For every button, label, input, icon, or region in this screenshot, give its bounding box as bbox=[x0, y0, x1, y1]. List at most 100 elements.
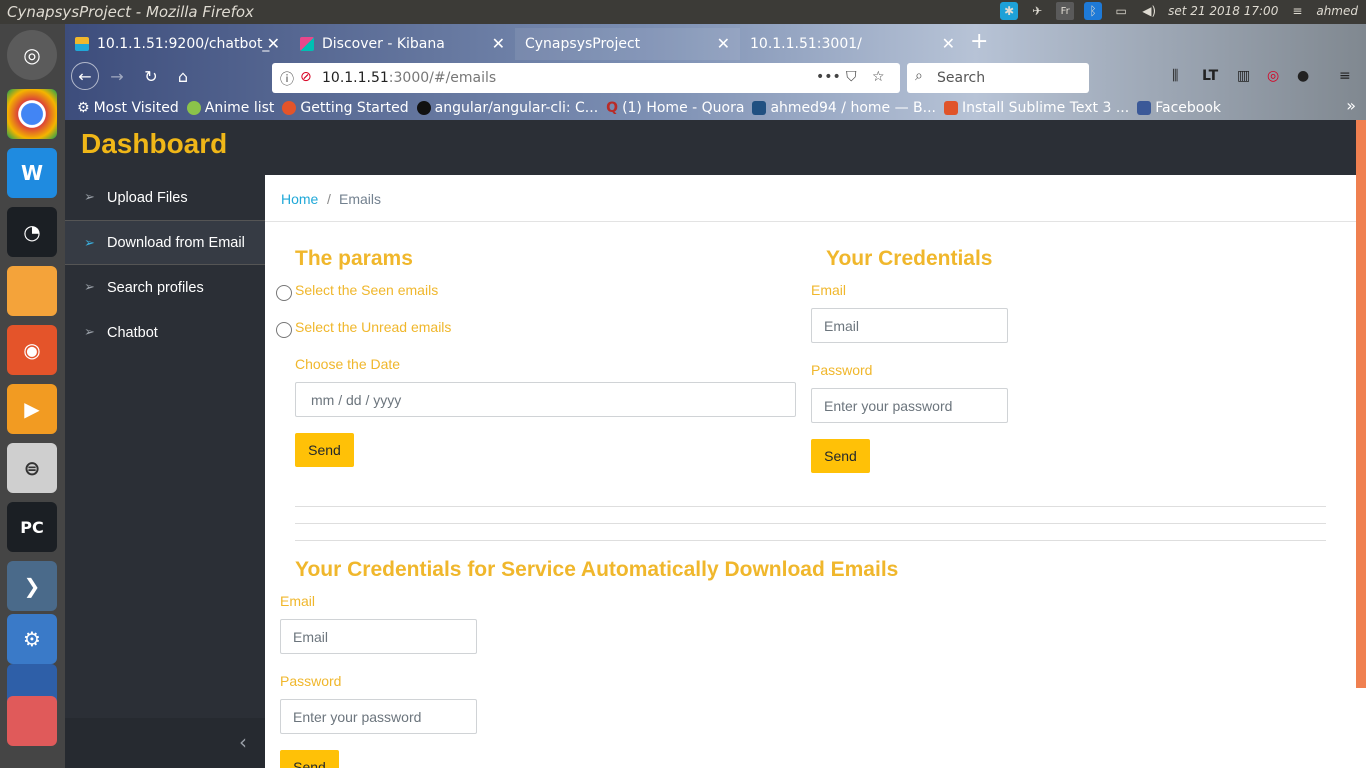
close-tab-icon[interactable]: ✕ bbox=[717, 34, 730, 53]
chevron-left-icon: ‹ bbox=[239, 730, 247, 754]
languagetool-icon[interactable]: LT bbox=[1202, 68, 1218, 84]
page-actions-icon[interactable]: ••• bbox=[816, 69, 841, 85]
credentials-email-label: Email bbox=[811, 282, 847, 298]
sidebar-item-chatbot[interactable]: ➢ Chatbot bbox=[65, 310, 265, 355]
wps-writer-icon[interactable]: W bbox=[7, 148, 57, 198]
bookmark-item[interactable]: Install Sublime Text 3 ... bbox=[944, 100, 1129, 116]
search-bar[interactable]: ⌕ Search bbox=[907, 63, 1089, 93]
bookmark-item[interactable]: angular/angular-cli: C... bbox=[416, 100, 599, 116]
sidebar-item-download-from-email[interactable]: ➢ Download from Email bbox=[65, 220, 265, 265]
software-icon[interactable] bbox=[7, 696, 57, 746]
sidebar-minimizer[interactable]: ‹ bbox=[65, 718, 265, 768]
credentials-email-field[interactable]: Email bbox=[811, 308, 1008, 343]
files-icon[interactable] bbox=[7, 266, 57, 316]
breadcrumb-current: Emails bbox=[339, 191, 382, 207]
elastic-icon bbox=[75, 37, 89, 51]
info-icon[interactable]: ⓘ bbox=[280, 69, 294, 89]
firefox-icon[interactable]: ◉ bbox=[7, 325, 57, 375]
scrollbar-track[interactable] bbox=[1356, 688, 1366, 768]
pycharm-icon[interactable]: PC bbox=[7, 502, 57, 552]
remote-desktop-icon[interactable]: ❯ bbox=[7, 561, 57, 611]
bookmark-star-icon[interactable]: ☆ bbox=[872, 69, 885, 85]
auto-email-label: Email bbox=[280, 593, 316, 609]
close-tab-icon[interactable]: ✕ bbox=[942, 34, 955, 53]
sidebar-icon[interactable]: ▥ bbox=[1237, 68, 1250, 84]
auto-password-field[interactable]: Enter your password bbox=[280, 699, 477, 734]
brand-title[interactable]: Dashboard bbox=[81, 128, 227, 160]
bookmarks-toolbar: ⚙ Most Visited Anime list Getting Started… bbox=[65, 96, 1366, 120]
url-bar[interactable]: ⓘ ⊘ 10.1.1.51:3000/#/emails ••• ⛉ ☆ bbox=[272, 63, 900, 93]
tab-label: CynapsysProject bbox=[525, 36, 641, 52]
firefox-small-icon bbox=[282, 101, 297, 115]
search-placeholder: Search bbox=[937, 70, 986, 86]
chevron-right-icon[interactable]: » bbox=[1346, 96, 1356, 115]
close-tab-icon[interactable]: ✕ bbox=[492, 34, 505, 53]
send-icon: ➢ bbox=[84, 235, 95, 250]
bookmark-label: angular/angular-cli: C... bbox=[434, 100, 599, 116]
insecure-lock-icon[interactable]: ⊘ bbox=[300, 69, 312, 85]
sidebar-item-search-profiles[interactable]: ➢ Search profiles bbox=[65, 265, 265, 310]
browser-tab[interactable]: 10.1.1.51:3001/ ✕ bbox=[740, 28, 965, 60]
unread-emails-label[interactable]: Select the Unread emails bbox=[295, 319, 451, 335]
browser-tab[interactable]: Discover - Kibana ✕ bbox=[290, 28, 515, 60]
auto-send-button[interactable]: Send bbox=[280, 750, 339, 768]
scrollbar[interactable] bbox=[1356, 120, 1366, 688]
home-icon[interactable]: ⌂ bbox=[169, 62, 197, 90]
extension-2-icon[interactable]: ● bbox=[1297, 68, 1309, 84]
disk-utility-icon[interactable]: ⊜ bbox=[7, 443, 57, 493]
keyboard-layout-icon[interactable]: Fr bbox=[1056, 2, 1075, 20]
bluetooth-icon[interactable]: ᛒ bbox=[1084, 2, 1103, 20]
tutorial-icon bbox=[944, 101, 959, 115]
system-settings-icon[interactable]: ⚙ bbox=[7, 614, 57, 664]
bookmark-item[interactable]: Facebook bbox=[1137, 100, 1221, 116]
params-send-button[interactable]: Send bbox=[295, 433, 354, 467]
sidebar-item-label: Upload Files bbox=[107, 189, 188, 206]
user-name[interactable]: ahmed bbox=[1316, 4, 1358, 18]
bitbucket-icon bbox=[752, 101, 767, 115]
window-title: CynapsysProject - Mozilla Firefox bbox=[7, 3, 254, 21]
close-tab-icon[interactable]: ✕ bbox=[267, 34, 280, 53]
system-top-bar: CynapsysProject - Mozilla Firefox ✱ ✈ Fr… bbox=[0, 0, 1366, 24]
auto-email-field[interactable]: Email bbox=[280, 619, 477, 654]
bookmark-item[interactable]: ahmed94 / home — B... bbox=[752, 100, 936, 116]
browser-tab-active[interactable]: CynapsysProject ✕ bbox=[515, 28, 740, 60]
date-input[interactable]: mm / dd / yyyy bbox=[295, 382, 796, 417]
browser-tab[interactable]: 10.1.1.51:9200/chatbot_ ✕ bbox=[65, 28, 290, 60]
menu-icon[interactable]: ≡ bbox=[1339, 68, 1351, 84]
seen-emails-radio[interactable] bbox=[276, 285, 292, 301]
library-icon[interactable]: ⫼ bbox=[1172, 68, 1178, 84]
bookmark-label: Anime list bbox=[204, 100, 275, 116]
chrome-icon[interactable] bbox=[7, 89, 57, 139]
reload-icon[interactable]: ↻ bbox=[137, 62, 165, 90]
battery-icon[interactable]: ▭ bbox=[1112, 2, 1130, 20]
extension-icon[interactable]: ◎ bbox=[1267, 68, 1279, 84]
ubuntu-dash-icon[interactable]: ◎ bbox=[7, 30, 57, 80]
unread-emails-radio[interactable] bbox=[276, 322, 292, 338]
credentials-password-field[interactable]: Enter your password bbox=[811, 388, 1008, 423]
bookmark-item[interactable]: Getting Started bbox=[282, 100, 409, 116]
back-icon[interactable]: ← bbox=[71, 62, 99, 90]
pocket-icon[interactable]: ⛉ bbox=[846, 69, 857, 85]
bookmark-item[interactable]: Anime list bbox=[186, 100, 275, 116]
forward-icon[interactable]: → bbox=[103, 62, 131, 90]
quora-icon: Q bbox=[606, 100, 619, 116]
params-title: The params bbox=[295, 247, 413, 270]
accessibility-icon[interactable]: ✱ bbox=[1000, 2, 1019, 20]
clock[interactable]: set 21 2018 17:00 bbox=[1168, 4, 1278, 18]
bookmark-item[interactable]: ⚙ Most Visited bbox=[77, 100, 179, 116]
breadcrumb: Home / Emails bbox=[265, 175, 1356, 222]
breadcrumb-home-link[interactable]: Home bbox=[281, 191, 318, 207]
session-menu-icon[interactable]: ≡ bbox=[1288, 2, 1306, 20]
sidebar-item-upload-files[interactable]: ➢ Upload Files bbox=[65, 175, 265, 220]
auto-download-title: Your Credentials for Service Automatical… bbox=[295, 558, 899, 581]
credentials-send-button[interactable]: Send bbox=[811, 439, 870, 473]
sidebar: ➢ Upload Files ➢ Download from Email ➢ S… bbox=[65, 175, 265, 768]
seen-emails-label[interactable]: Select the Seen emails bbox=[295, 282, 438, 298]
new-tab-icon[interactable]: + bbox=[970, 29, 988, 54]
gitkraken-icon[interactable]: ◔ bbox=[7, 207, 57, 257]
network-icon[interactable]: ✈ bbox=[1028, 2, 1046, 20]
media-player-icon[interactable]: ▶ bbox=[7, 384, 57, 434]
bookmark-label: ahmed94 / home — B... bbox=[770, 100, 937, 116]
volume-icon[interactable]: ◀) bbox=[1140, 2, 1158, 20]
bookmark-item[interactable]: Q (1) Home - Quora bbox=[606, 100, 744, 116]
